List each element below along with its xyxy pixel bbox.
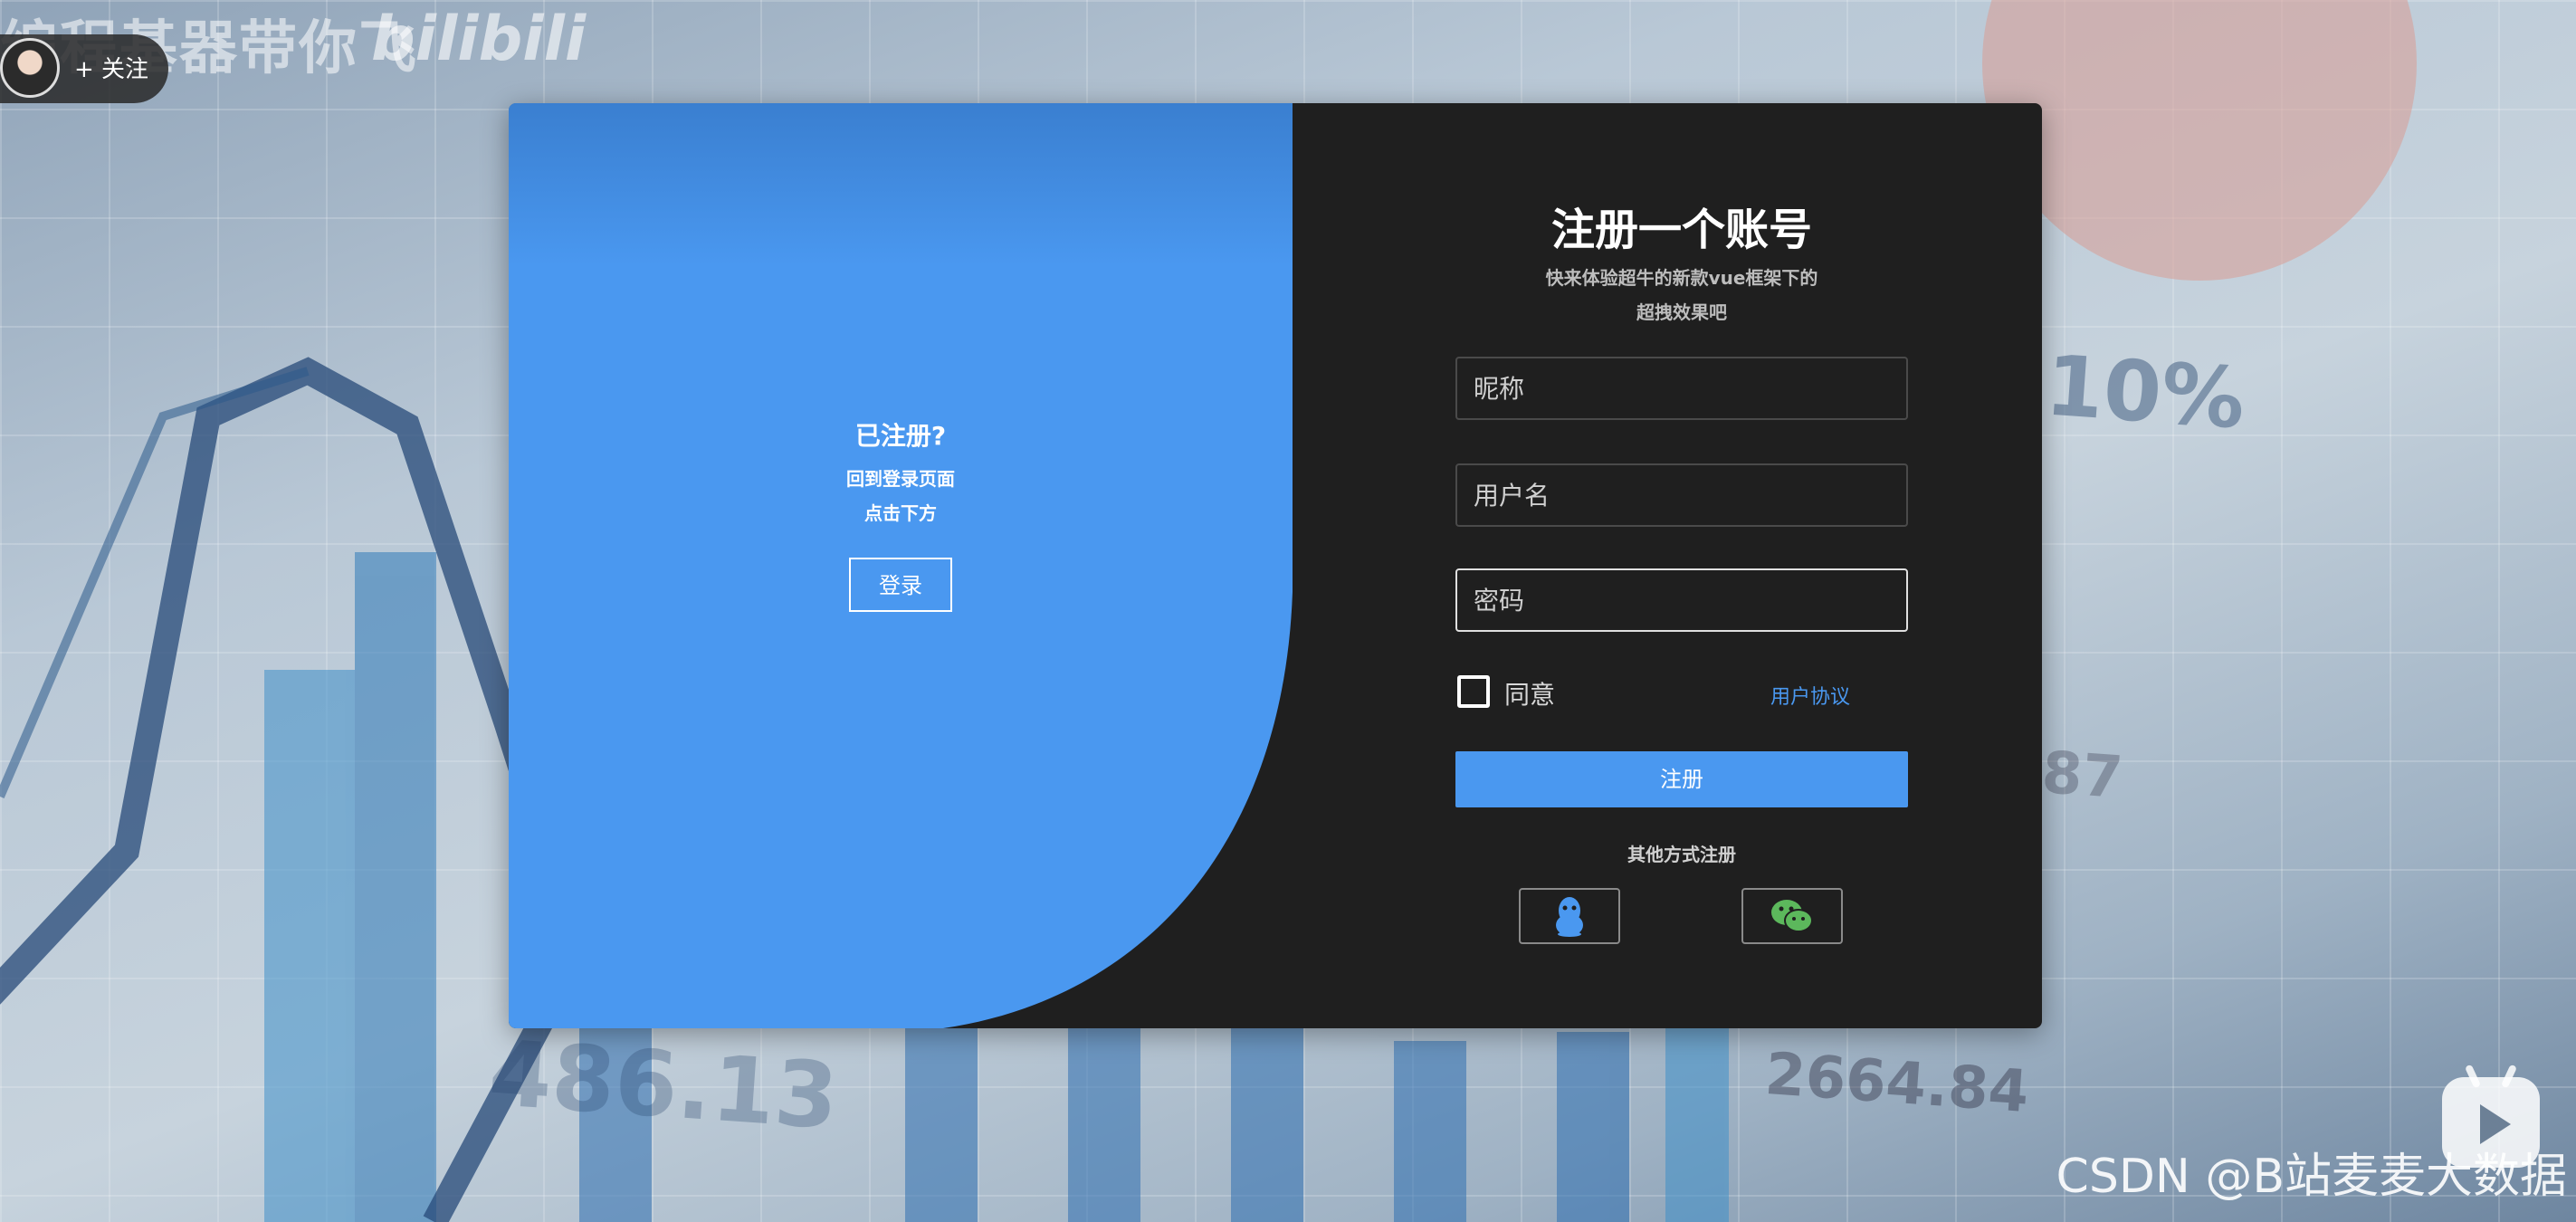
register-desc-line2: 超拽效果吧: [1636, 301, 1727, 323]
register-desc-line1: 快来体验超牛的新款vue框架下的: [1545, 267, 1818, 289]
video-frame: 10% 486.13 2664.84 87 编程基器带你飞 bilibili +…: [0, 0, 2576, 1222]
login-prompt: 已注册? 回到登录页面 点击下方 登录: [509, 416, 1293, 612]
user-agreement-link[interactable]: 用户协议: [1770, 681, 1850, 710]
register-button[interactable]: 注册: [1455, 751, 1908, 807]
qq-icon: [1556, 897, 1583, 937]
panel-shade: [509, 103, 1293, 266]
password-input[interactable]: [1455, 568, 1908, 632]
follow-button[interactable]: + 关注: [74, 51, 148, 84]
wechat-icon: [1771, 900, 1813, 932]
avatar[interactable]: [0, 38, 60, 98]
qq-login-button[interactable]: [1519, 888, 1620, 944]
uploader-badge: + 关注: [0, 34, 168, 103]
login-prompt-line1: 回到登录页面: [846, 468, 955, 490]
agree-checkbox[interactable]: [1457, 675, 1490, 708]
page-title: 注册一个账号: [1550, 205, 1812, 255]
background-pie: [1982, 0, 2417, 281]
background-number: 87: [2039, 739, 2125, 813]
agree-row: 同意 用户协议: [1455, 673, 1908, 710]
agree-label: 同意: [1504, 680, 1556, 710]
social-login-row: [1455, 888, 1908, 946]
login-button[interactable]: 登录: [849, 558, 952, 612]
register-form: 注册一个账号 快来体验超牛的新款vue框架下的 超拽效果吧 同意 用户协议 注册…: [1455, 194, 1908, 946]
wechat-login-button[interactable]: [1741, 888, 1843, 944]
csdn-watermark: CSDN @B站麦麦大数据: [2056, 1150, 2567, 1204]
other-methods-label: 其他方式注册: [1627, 844, 1736, 865]
login-prompt-line2: 点击下方: [864, 502, 937, 524]
register-modal: 已注册? 回到登录页面 点击下方 登录 注册一个账号 快来体验超牛的新款vue框…: [509, 103, 2042, 1028]
background-number: 10%: [2042, 337, 2248, 448]
username-input[interactable]: [1455, 463, 1908, 527]
login-prompt-title: 已注册?: [854, 421, 947, 451]
bilibili-logo: bilibili: [371, 4, 587, 75]
nickname-input[interactable]: [1455, 357, 1908, 420]
